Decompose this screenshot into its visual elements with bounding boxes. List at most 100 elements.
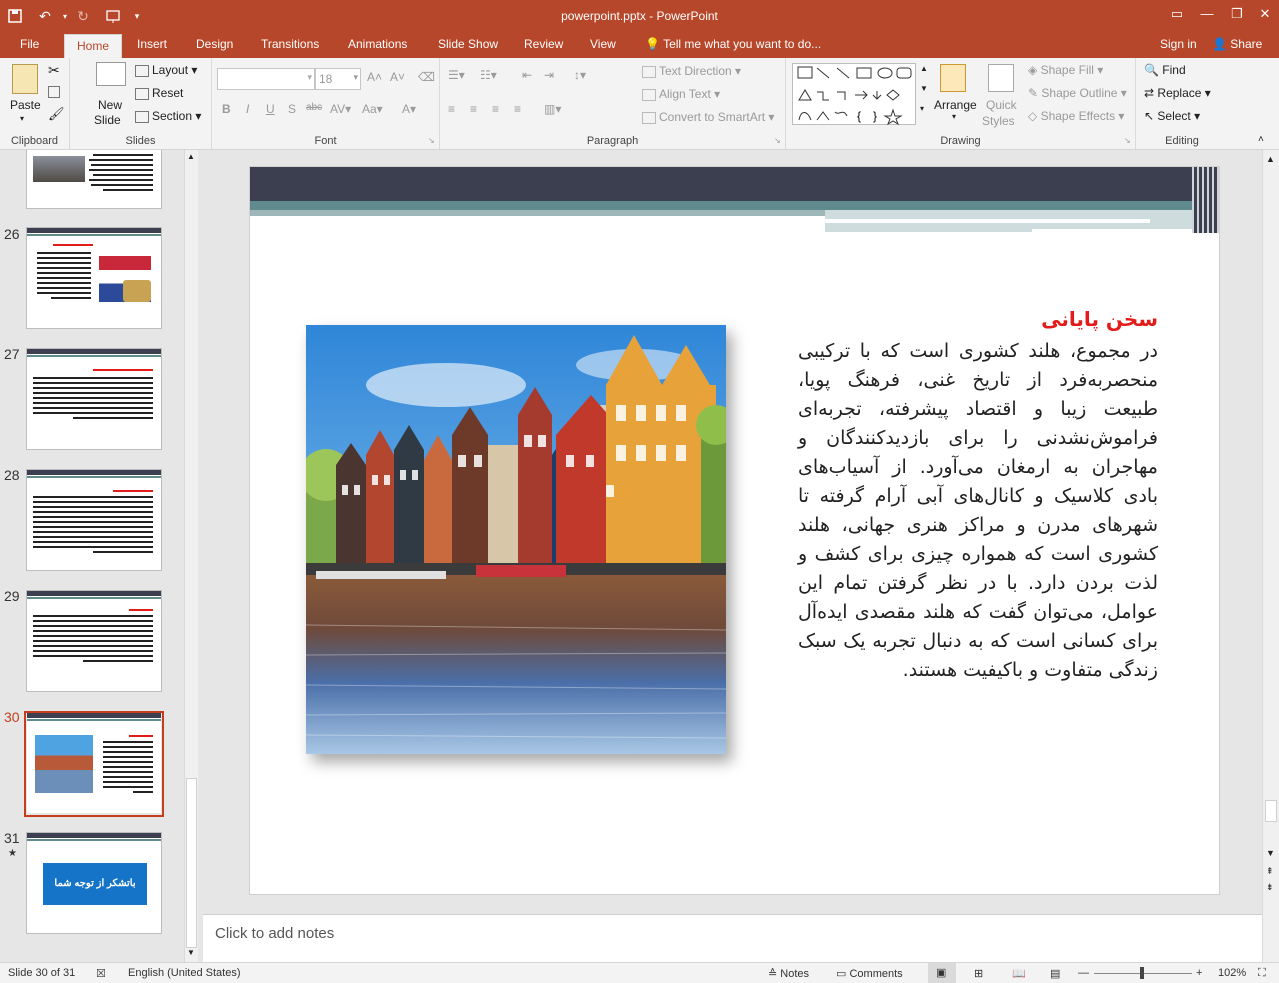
scroll-thumb[interactable] [1265,800,1277,822]
change-case-icon[interactable]: Aa▾ [362,102,383,116]
text-direction-button[interactable]: Text Direction ▾ [642,64,741,78]
shadow-icon[interactable]: S [288,102,296,116]
font-color-icon[interactable]: A▾ [402,102,416,116]
shape-effects-button[interactable]: ◇ Shape Effects ▾ [1028,109,1124,123]
section-button[interactable]: Section ▾ [135,109,201,123]
bold-icon[interactable]: B [222,102,231,116]
cut-icon[interactable]: ✂ [48,62,60,79]
shape-fill-button[interactable]: ◈ Shape Fill ▾ [1028,63,1103,77]
align-left-icon[interactable]: ≡ [448,102,455,116]
quick-styles-label-2[interactable]: Styles [982,114,1015,128]
tab-insert[interactable]: Insert [137,37,167,51]
next-slide-icon[interactable]: ⇟ [1266,882,1274,893]
replace-button[interactable]: ⇄ Replace ▾ [1144,86,1211,100]
italic-icon[interactable]: I [246,102,249,116]
shrink-font-icon[interactable]: A˅ [390,70,405,84]
slide-thumbnail-31[interactable]: باتشکر از توجه شما [26,832,162,934]
decrease-indent-icon[interactable]: ⇤ [522,68,532,82]
slide-scrollbar[interactable]: ▲ ▼ ⇞ ⇟ [1262,150,1279,962]
notes-pane[interactable]: Click to add notes [203,914,1262,962]
zoom-slider-thumb[interactable] [1140,967,1144,979]
font-dialog-launcher-icon[interactable]: ↘ [428,136,435,145]
numbering-icon[interactable]: ☷▾ [480,68,497,82]
slide-thumbnail-28[interactable] [26,469,162,571]
reset-button[interactable]: Reset [135,86,183,100]
notes-toggle[interactable]: ≙ Notes [768,967,809,980]
quick-styles-label[interactable]: Quick [986,98,1017,112]
arrange-button[interactable]: Arrange [934,98,977,112]
font-size-field[interactable]: 18 ▾ [315,68,361,90]
increase-indent-icon[interactable]: ⇥ [544,68,554,82]
slide-text-box[interactable]: سخن پایانی در مجموع، هلند کشوری است که ب… [798,307,1158,747]
line-spacing-icon[interactable]: ↕▾ [574,68,586,82]
find-button[interactable]: 🔍 Find [1144,63,1186,77]
slide-sorter-icon[interactable]: ⊞ [974,967,983,980]
tab-design[interactable]: Design [196,37,233,51]
align-text-button[interactable]: Align Text ▾ [642,87,720,101]
tab-slideshow[interactable]: Slide Show [438,37,498,51]
tab-view[interactable]: View [590,37,616,51]
collapse-ribbon-icon[interactable]: ˄ [1258,134,1264,145]
slide-canvas[interactable]: سخن پایانی در مجموع، هلند کشوری است که ب… [249,166,1220,895]
tab-home[interactable]: Home [64,34,123,58]
paste-button[interactable]: Paste [10,98,41,112]
align-center-icon[interactable]: ≡ [470,102,477,116]
arrange-icon[interactable] [940,64,966,92]
scroll-down-icon[interactable]: ▼ [1266,848,1275,858]
char-spacing-icon[interactable]: AV▾ [330,102,351,116]
sign-in-link[interactable]: Sign in [1160,37,1197,51]
new-slide-label-2[interactable]: Slide [94,113,121,127]
shapes-scroll-down-icon[interactable]: ▼ [920,84,928,93]
zoom-out-icon[interactable]: — [1078,967,1089,979]
zoom-in-icon[interactable]: + [1196,967,1202,979]
zoom-level[interactable]: 102% [1218,967,1246,979]
underline-icon[interactable]: U [266,102,275,116]
copy-icon[interactable] [48,84,63,98]
fit-slide-icon[interactable]: ⛶ [1258,967,1266,980]
drawing-dialog-launcher-icon[interactable]: ↘ [1124,136,1131,145]
tab-transitions[interactable]: Transitions [261,37,319,51]
share-button[interactable]: 👤 Share [1212,37,1262,51]
paste-icon[interactable] [12,64,38,94]
new-slide-icon[interactable] [96,62,126,86]
paste-dropdown-icon[interactable]: ▾ [20,114,24,123]
layout-button[interactable]: Layout ▾ [135,63,197,77]
tab-animations[interactable]: Animations [348,37,407,51]
strikethrough-icon[interactable]: abc [306,102,322,113]
slide-thumbnail-26[interactable] [26,227,162,329]
amsterdam-canal-photo[interactable] [306,325,726,754]
minimize-icon[interactable]: — [1192,6,1222,21]
arrange-dropdown-icon[interactable]: ▾ [952,112,956,121]
scroll-thumb[interactable] [186,778,197,948]
language-indicator[interactable]: English (United States) [128,967,241,979]
tab-review[interactable]: Review [524,37,563,51]
new-slide-label[interactable]: New [98,98,122,112]
scroll-up-icon[interactable]: ▲ [1266,154,1275,164]
justify-icon[interactable]: ≡ [514,102,521,116]
align-right-icon[interactable]: ≡ [492,102,499,116]
shapes-scroll-up-icon[interactable]: ▲ [920,64,928,73]
format-painter-icon[interactable]: 🖌 [48,106,65,122]
quick-styles-icon[interactable] [988,64,1014,92]
slide-thumbnail-27[interactable] [26,348,162,450]
shapes-gallery[interactable]: { } [792,63,916,126]
paragraph-dialog-launcher-icon[interactable]: ↘ [774,136,781,145]
columns-icon[interactable]: ▥▾ [544,102,561,116]
thumbnail-scrollbar[interactable]: ▲ ▼ [184,150,198,962]
clear-formatting-icon[interactable]: ⌫ [418,70,435,84]
slide-thumbnail-29[interactable] [26,590,162,692]
convert-smartart-button[interactable]: Convert to SmartArt ▾ [642,110,774,124]
grow-font-icon[interactable]: A˄ [367,70,382,84]
ribbon-display-icon[interactable]: ▭ [1162,6,1192,22]
close-icon[interactable]: ✕ [1250,6,1279,22]
restore-icon[interactable]: ❐ [1222,6,1252,22]
shapes-more-icon[interactable]: ▾ [920,104,924,113]
tab-file[interactable]: File [20,37,39,51]
spell-check-icon[interactable]: ☒ [96,967,106,980]
tell-me-search[interactable]: 💡 Tell me what you want to do... [645,37,821,51]
shape-outline-button[interactable]: ✎ Shape Outline ▾ [1028,86,1127,100]
scroll-down-icon[interactable]: ▼ [187,948,195,957]
font-name-dropdown-icon[interactable]: ▾ [307,72,312,83]
slide-thumbnail-25[interactable] [26,150,162,209]
reading-view-icon[interactable]: 📖 [1012,967,1026,980]
